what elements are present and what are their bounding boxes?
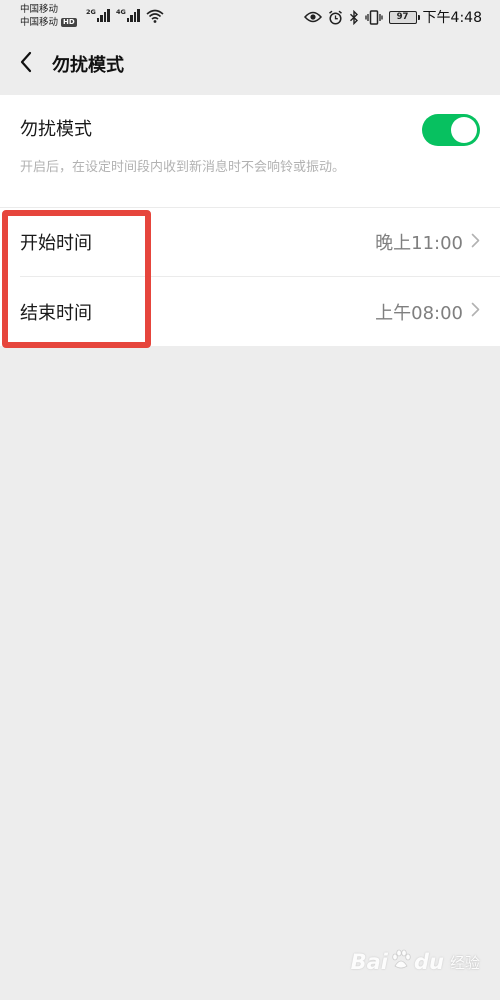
baidu-watermark: Bai du 经验	[351, 942, 480, 982]
signal-bars-icon	[96, 8, 110, 22]
wifi-icon	[146, 8, 164, 27]
end-time-row[interactable]: 结束时间 上午08:00	[0, 277, 500, 346]
chevron-right-icon	[471, 302, 480, 321]
signal-strength-2: 4G	[116, 8, 140, 22]
end-time-value: 上午08:00	[375, 302, 463, 324]
dnd-label: 勿扰模式	[20, 119, 92, 140]
watermark-sub: 经验	[449, 953, 480, 972]
settings-card: 勿扰模式 开启后，在设定时间段内收到新消息时不会响铃或振动。 开始时间 晚上11…	[0, 95, 500, 346]
battery-level: 97	[396, 12, 409, 22]
watermark-brand-tail: du	[414, 950, 444, 974]
alarm-icon	[328, 10, 343, 25]
toggle-knob	[451, 117, 477, 143]
vibrate-icon	[364, 9, 383, 25]
start-time-value: 晚上11:00	[375, 233, 463, 254]
dnd-toggle[interactable]	[422, 114, 480, 146]
signal-bars-icon	[126, 8, 140, 22]
status-time: 下午4:48	[422, 10, 482, 26]
paw-icon	[390, 949, 412, 975]
end-time-label: 结束时间	[20, 302, 92, 324]
carrier-info: 中国移动 中国移动 HD	[20, 3, 77, 29]
start-time-label: 开始时间	[20, 233, 92, 254]
network-type-1: 2G	[86, 8, 96, 16]
eye-icon	[303, 11, 322, 23]
nav-bar: 勿扰模式	[0, 34, 500, 94]
bluetooth-icon	[349, 9, 359, 25]
hd-badge: HD	[61, 18, 77, 27]
carrier-name-1: 中国移动	[20, 4, 59, 15]
signal-strength-1: 2G	[86, 8, 110, 22]
chevron-right-icon	[471, 233, 480, 252]
carrier-name-2: 中国移动	[20, 17, 59, 28]
network-type-2: 4G	[116, 8, 126, 16]
battery-icon: 97	[388, 10, 420, 24]
chevron-left-icon	[19, 51, 33, 77]
status-bar: 中国移动 中国移动 HD 2G 4G 97 下午4:48	[0, 0, 500, 34]
dnd-description: 开启后，在设定时间段内收到新消息时不会响铃或振动。	[20, 160, 346, 175]
back-button[interactable]	[2, 34, 50, 94]
start-time-row[interactable]: 开始时间 晚上11:00	[20, 208, 500, 277]
dnd-setting: 勿扰模式 开启后，在设定时间段内收到新消息时不会响铃或振动。	[0, 95, 500, 208]
watermark-brand: Bai	[350, 950, 388, 974]
page-title: 勿扰模式	[52, 55, 124, 76]
